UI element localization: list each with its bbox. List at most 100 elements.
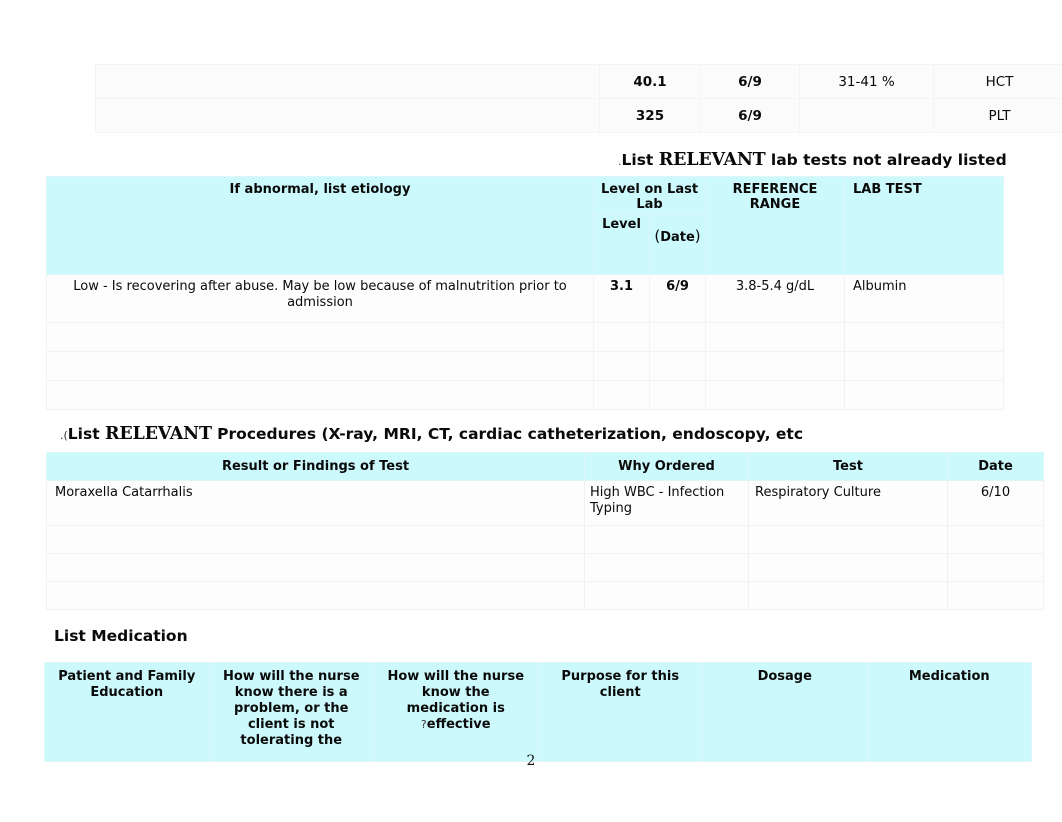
proc-heading-emphasis: RELEVANT [105, 424, 212, 444]
header-lab-test: LAB TEST [844, 176, 1004, 275]
table: 40.1 6/9 31-41 % HCT 325 6/9 PLT [95, 64, 1062, 133]
cell-date [947, 553, 1044, 582]
cell-result [46, 553, 585, 582]
header-effectiveness-line-3: medication is [406, 700, 505, 716]
cell-range: 31-41 % [799, 64, 934, 99]
paren-close: ) [694, 227, 701, 245]
header-effectiveness-line-1: How will the nurse [387, 669, 525, 684]
cell-level [593, 351, 650, 381]
lab-heading-emphasis: RELEVANT [658, 150, 766, 170]
header-purpose: Purpose for this client [537, 662, 703, 762]
header-reference-range: REFERENCE RANGE [705, 176, 845, 275]
cell-level [593, 322, 650, 352]
table-row: Low - Is recovering after abuse. May be … [46, 274, 1004, 323]
cell-level: 325 [599, 98, 701, 133]
cell-lab-test: HCT [933, 64, 1062, 99]
medication-table: Patient and Family Education How will th… [44, 662, 1032, 762]
procedures-heading: .(List RELEVANT Procedures (X-ray, MRI, … [60, 424, 803, 444]
cell-etiology [95, 98, 600, 133]
cell-date [947, 581, 1044, 610]
cell-etiology: Low - Is recovering after abuse. May be … [46, 274, 594, 323]
cell-result [46, 525, 585, 554]
cell-lab-test: PLT [933, 98, 1062, 133]
lab-heading-after: lab tests not already listed [765, 151, 1007, 169]
procedures-table: Result or Findings of Test Why Ordered T… [46, 452, 1044, 610]
cell-etiology [46, 322, 594, 352]
proc-heading-before: List [67, 425, 106, 443]
cell-date [649, 351, 706, 381]
table: Patient and Family Education How will th… [44, 662, 1032, 762]
cell-date [947, 525, 1044, 554]
cell-level [593, 380, 650, 410]
cell-result [46, 581, 585, 610]
lab-tests-heading: .List RELEVANT lab tests not already lis… [618, 150, 1007, 170]
cell-etiology [95, 64, 600, 99]
cell-why-ordered: High WBC - Infection Typing [584, 480, 749, 526]
document-page: 40.1 6/9 31-41 % HCT 325 6/9 PLT .List R… [0, 0, 1062, 822]
cell-result: Moraxella Catarrhalis [46, 480, 585, 526]
table-row [46, 322, 1004, 352]
header-problem-detection: How will the nurse know there is a probl… [208, 662, 374, 762]
header-date: Date [947, 452, 1044, 481]
cell-etiology [46, 380, 594, 410]
header-dosage: Dosage [702, 662, 868, 762]
table-header-row: Result or Findings of Test Why Ordered T… [46, 452, 1044, 481]
cell-date: 6/9 [700, 64, 800, 99]
page-number: 2 [526, 753, 536, 769]
cell-date [649, 322, 706, 352]
header-etiology: If abnormal, list etiology [46, 176, 594, 275]
header-medication: Medication [866, 662, 1032, 762]
table-header-row: If abnormal, list etiology Level on Last… [46, 176, 1004, 275]
proc-heading-lead: .( [60, 429, 68, 442]
cell-test: Respiratory Culture [748, 480, 948, 526]
cell-range [705, 380, 845, 410]
cell-lab-test [844, 380, 1004, 410]
cell-date [649, 380, 706, 410]
header-effectiveness: How will the nurse know the medication i… [373, 662, 539, 762]
table-row [46, 380, 1004, 410]
header-patient-family-education: Patient and Family Education [44, 662, 210, 762]
cell-lab-test: Albumin [844, 274, 1004, 323]
cell-range [799, 98, 934, 133]
proc-heading-after: Procedures (X-ray, MRI, CT, cardiac cath… [211, 425, 804, 443]
cell-etiology [46, 351, 594, 381]
table-header-row: Patient and Family Education How will th… [44, 662, 1032, 762]
cell-range: 3.8-5.4 g/dL [705, 274, 845, 323]
cell-date: 6/9 [700, 98, 800, 133]
table-row [46, 581, 1044, 610]
header-result: Result or Findings of Test [46, 452, 585, 481]
cell-date: 6/10 [947, 480, 1044, 526]
cell-range [705, 322, 845, 352]
header-level-on-last-lab: Level on Last Lab [593, 176, 706, 215]
header-level: Level [593, 214, 650, 275]
cell-test [748, 525, 948, 554]
cell-level: 3.1 [593, 274, 650, 323]
table: If abnormal, list etiology Level on Last… [46, 176, 1004, 410]
cell-date: 6/9 [649, 274, 706, 323]
cell-test [748, 581, 948, 610]
cell-level: 40.1 [599, 64, 701, 99]
table-row [46, 525, 1044, 554]
header-date-label: Date [660, 230, 695, 245]
header-date: (Date) [649, 214, 706, 275]
table-row: 40.1 6/9 31-41 % HCT [95, 64, 1062, 99]
cell-lab-test [844, 322, 1004, 352]
cell-why-ordered [584, 525, 749, 554]
header-why-ordered: Why Ordered [584, 452, 749, 481]
lab-heading-before: List [621, 151, 659, 169]
cell-why-ordered [584, 581, 749, 610]
header-test: Test [748, 452, 948, 481]
table-row [46, 553, 1044, 582]
header-effectiveness-line-4: ?effective [378, 717, 534, 733]
cell-why-ordered [584, 553, 749, 582]
header-effectiveness-word: effective [426, 716, 491, 732]
top-lab-table-continued: 40.1 6/9 31-41 % HCT 325 6/9 PLT [95, 64, 1062, 133]
cell-lab-test [844, 351, 1004, 381]
lab-tests-table: If abnormal, list etiology Level on Last… [46, 176, 1004, 410]
table-row: 325 6/9 PLT [95, 98, 1062, 133]
table-row [46, 351, 1004, 381]
table-row: Moraxella Catarrhalis High WBC - Infecti… [46, 480, 1044, 526]
medication-heading: List Medication [54, 627, 188, 645]
table: Result or Findings of Test Why Ordered T… [46, 452, 1044, 610]
cell-test [748, 553, 948, 582]
